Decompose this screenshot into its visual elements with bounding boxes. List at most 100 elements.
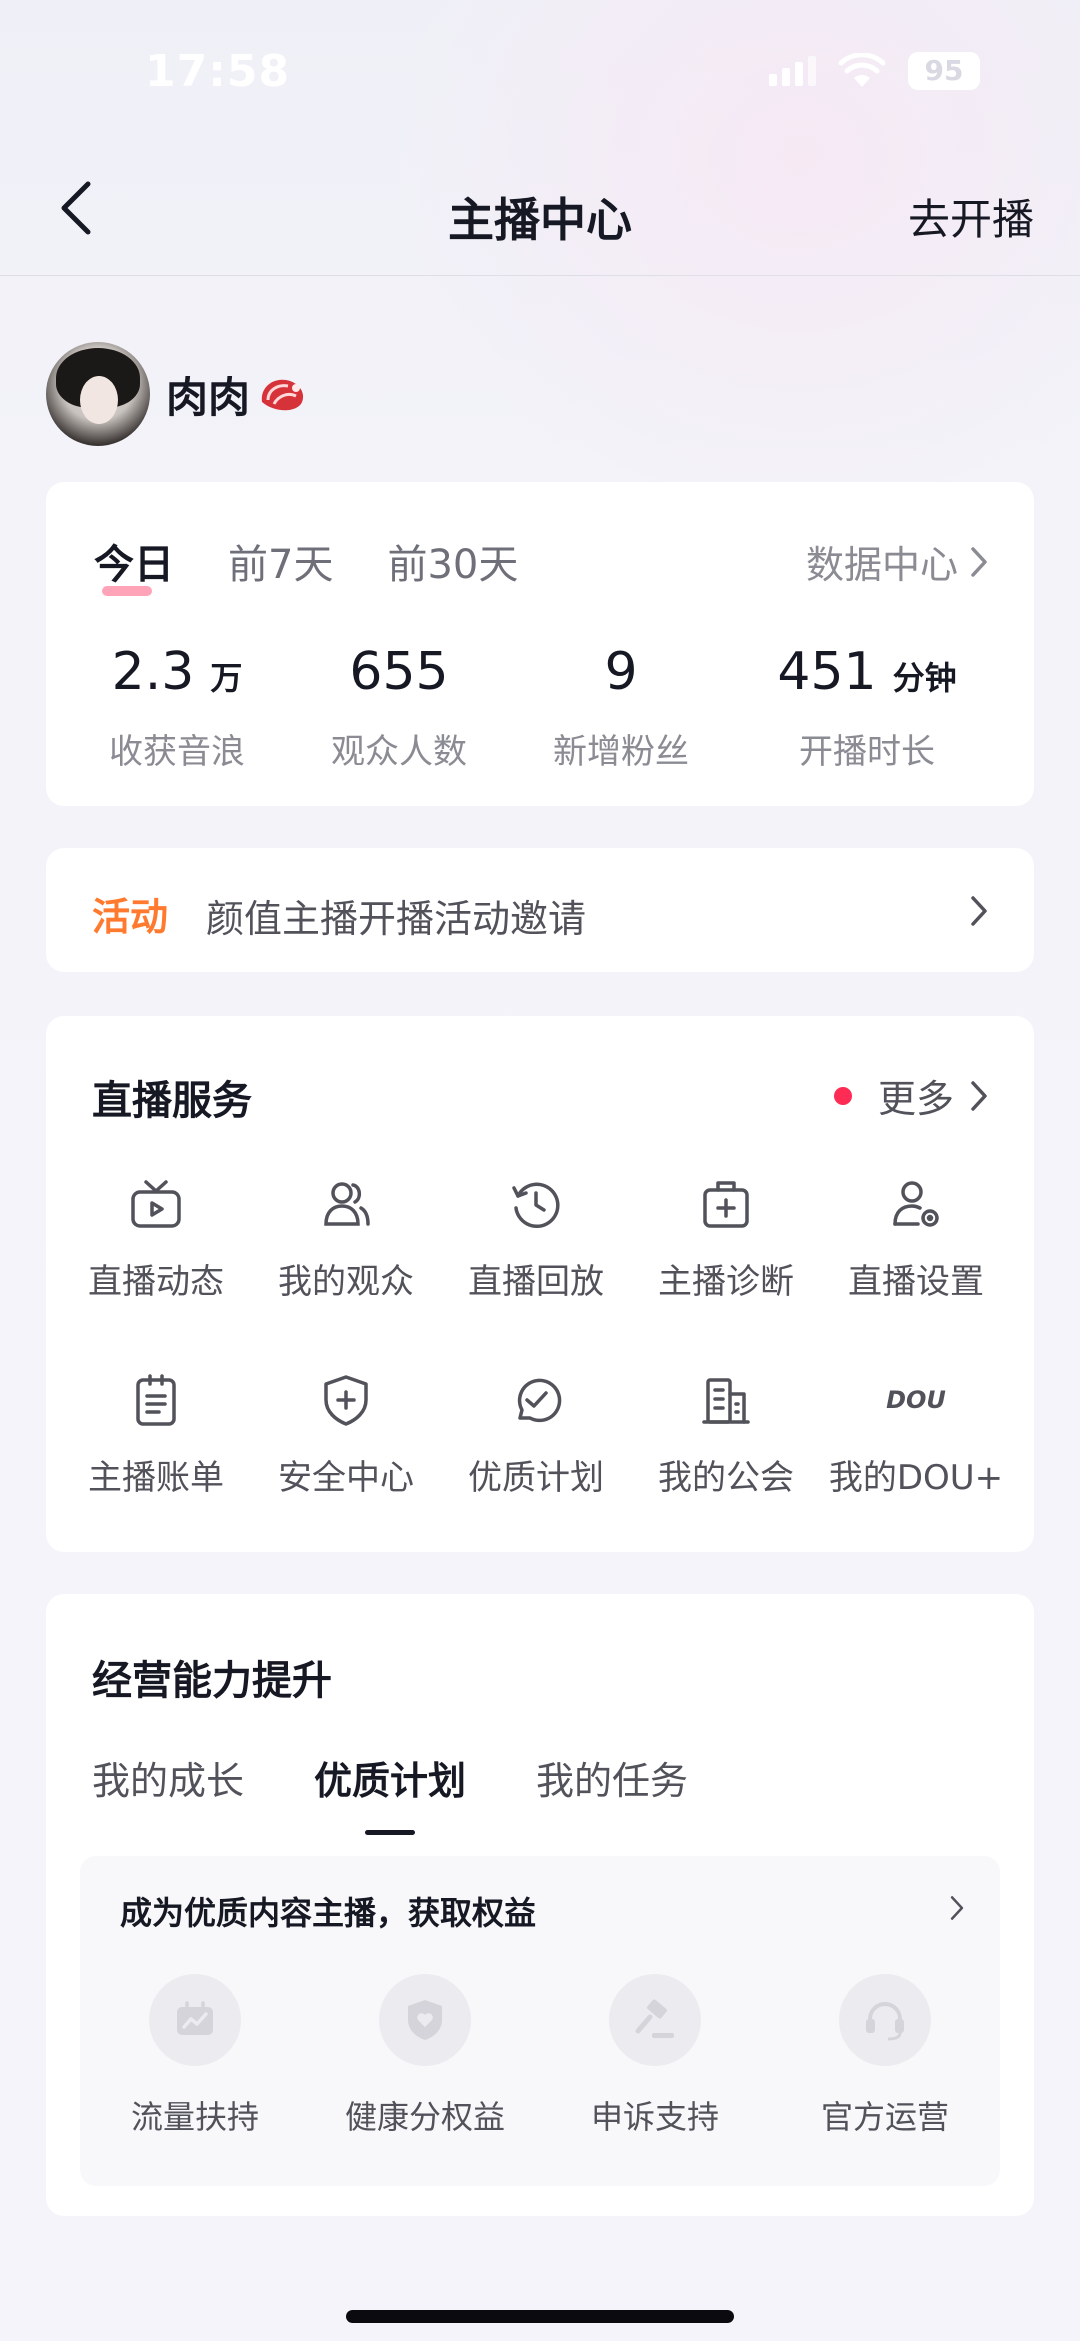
service-label: 主播账单 [88,1458,224,1498]
benefit-label: 流量扶持 [130,2098,259,2136]
service-label: 优质计划 [468,1458,604,1498]
more-button[interactable]: 更多 [833,1068,990,1123]
traffic-chart-icon [177,2001,213,2035]
tab-today[interactable]: 今日 [94,532,174,596]
tab-my-tasks[interactable]: 我的任务 [536,1750,688,1805]
period-tabs: 今日 前7天 前30天 [94,532,518,596]
stat-label: 开播时长 [799,732,935,772]
benefit-appeal-support[interactable]: 申诉支持 [540,1974,770,2138]
cellular-signal-icon [769,56,816,86]
stat-value: 2.3 [111,642,195,702]
stat-label: 观众人数 [331,732,467,772]
benefit-icon-wrap [839,1974,931,2066]
data-center-link[interactable]: 数据中心 [806,534,990,589]
tv-icon [131,1180,181,1228]
service-my-guild[interactable]: 我的公会 [631,1372,821,1568]
service-label: 我的观众 [278,1262,414,1302]
benefit-icon-wrap [379,1974,471,2066]
tab-last-7-days[interactable]: 前7天 [228,532,333,590]
profile-name: 肉肉 [166,372,251,422]
business-growth-card: 经营能力提升 我的成长 优质计划 我的任务 成为优质内容主播，获取权益 流量扶持… [46,1594,1034,2216]
stat-unit: 万 [210,659,243,697]
status-time: 17:58 [145,46,291,97]
profile-header[interactable]: 肉肉 [46,342,308,446]
health-shield-icon [408,2000,442,2040]
wifi-icon [838,53,886,87]
chevron-right-icon [971,896,987,926]
battery-indicator: 95 [908,52,980,90]
benefit-label: 官方运营 [820,2098,949,2136]
stat-value: 9 [604,642,638,702]
activity-text: 颜值主播开播活动邀请 [206,897,587,941]
notification-dot [833,1086,852,1105]
service-my-audience[interactable]: 我的观众 [251,1176,441,1372]
check-circle-icon [517,1378,562,1423]
tab-my-growth[interactable]: 我的成长 [92,1750,244,1805]
benefit-label: 申诉支持 [590,2098,719,2136]
stat-label: 新增粉丝 [553,732,689,772]
section-title: 直播服务 [92,1078,252,1124]
status-icons: 95 [769,52,980,90]
benefit-panel[interactable]: 成为优质内容主播，获取权益 流量扶持 健康分权益 申诉支持 官方运营 [80,1856,1000,2186]
benefit-official-operations[interactable]: 官方运营 [770,1974,1000,2138]
stat-item[interactable]: 2.3 万 收获音浪 [66,642,288,773]
benefit-icon-wrap [149,1974,241,2066]
bill-icon [136,1374,176,1426]
service-streamer-diagnosis[interactable]: 主播诊断 [631,1176,821,1372]
service-label: 安全中心 [278,1458,414,1498]
avatar[interactable] [46,342,150,446]
live-services-card: 直播服务 更多 直播动态 我的观众 直播回放 主播诊断 直播设置 主播账单 安全… [46,1016,1034,1552]
benefit-traffic-support[interactable]: 流量扶持 [80,1974,310,2138]
tab-last-30-days[interactable]: 前30天 [387,532,518,590]
nav-bar: 主播中心 去开播 [0,140,1080,276]
stat-unit: 分钟 [892,659,957,697]
service-label: 直播动态 [88,1262,224,1302]
user-settings-icon [893,1181,939,1227]
stat-value: 451 [777,642,877,702]
building-icon [702,1378,750,1424]
replay-icon [512,1182,560,1229]
service-label: 直播设置 [848,1262,984,1302]
stat-item[interactable]: 655 观众人数 [288,642,510,773]
tab-quality-plan[interactable]: 优质计划 [314,1750,466,1835]
services-grid: 直播动态 我的观众 直播回放 主播诊断 直播设置 主播账单 安全中心 优质计划 [46,1176,1034,1568]
steak-emoji-icon [261,379,304,411]
status-bar: 17:58 95 [0,0,1080,140]
stat-item[interactable]: 9 新增粉丝 [510,642,732,773]
shield-plus-icon [324,1375,368,1426]
stats-row: 2.3 万 收获音浪 655 观众人数 9 新增粉丝 451 分钟 开播时长 [46,642,1034,773]
service-label: 直播回放 [468,1262,604,1302]
more-label: 更多 [877,1077,954,1121]
service-live-replay[interactable]: 直播回放 [441,1176,631,1372]
service-streamer-bill[interactable]: 主播账单 [61,1372,251,1568]
benefit-panel-title: 成为优质内容主播，获取权益 [120,1894,537,1932]
gavel-icon [635,1999,674,2038]
stat-item[interactable]: 451 分钟 开播时长 [732,642,1002,773]
benefit-icon-wrap [609,1974,701,2066]
data-center-label: 数据中心 [805,543,958,587]
service-live-dynamics[interactable]: 直播动态 [61,1176,251,1372]
chevron-right-icon [971,1080,987,1111]
medical-kit-icon [703,1181,749,1228]
home-indicator[interactable] [346,2310,734,2323]
benefit-health-score[interactable]: 健康分权益 [310,1974,540,2138]
chevron-right-icon [950,1896,964,1920]
service-label: 我的公会 [658,1458,794,1498]
live-stats-card: 今日 前7天 前30天 数据中心 2.3 万 收获音浪 655 观众人数 9 新增… [46,482,1034,806]
chevron-right-icon [971,546,987,577]
service-quality-plan[interactable]: 优质计划 [441,1372,631,1568]
growth-tabs: 我的成长 优质计划 我的任务 [92,1750,688,1835]
audience-icon [324,1182,370,1226]
benefit-row: 流量扶持 健康分权益 申诉支持 官方运营 [80,1974,1000,2138]
start-live-button[interactable]: 去开播 [908,186,1034,247]
service-security-center[interactable]: 安全中心 [251,1372,441,1568]
benefit-label: 健康分权益 [344,2098,505,2136]
service-live-settings[interactable]: 直播设置 [821,1176,1011,1372]
dou-plus-icon: DOU [886,1386,946,1414]
service-my-dou-plus[interactable]: DOU 我的DOU+ [821,1372,1011,1568]
stat-label: 收获音浪 [109,732,245,772]
stat-value: 655 [349,642,449,702]
activity-banner[interactable]: 活动 颜值主播开播活动邀请 [46,848,1034,972]
service-label: 我的DOU+ [828,1458,1004,1498]
headset-icon [866,2002,904,2041]
